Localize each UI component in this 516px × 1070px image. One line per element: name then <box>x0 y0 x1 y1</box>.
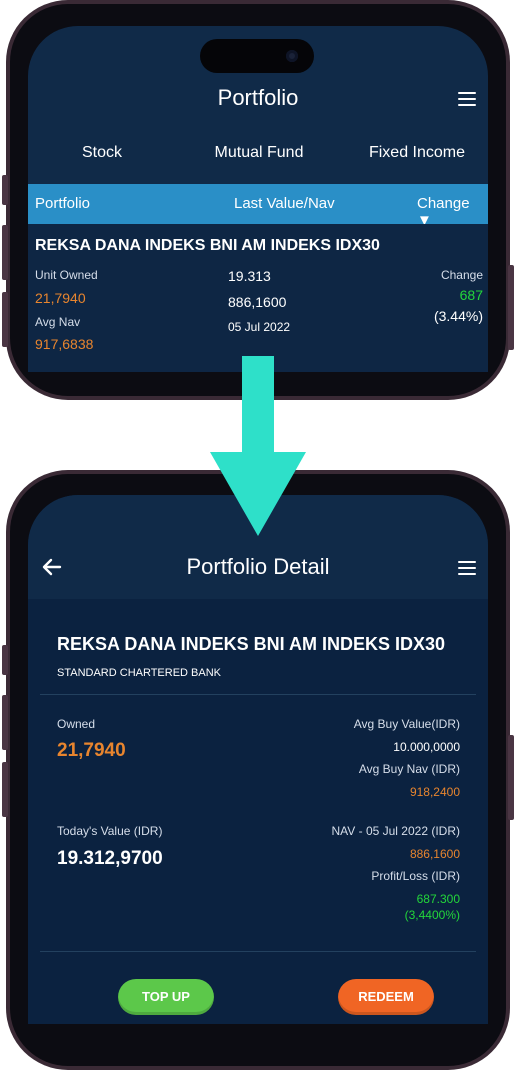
redeem-button[interactable]: REDEEM <box>338 979 434 1015</box>
avg-buy-value-label: Avg Buy Value(IDR) <box>353 717 460 731</box>
page-title: Portfolio Detail <box>186 554 330 579</box>
fund-name: REKSA DANA INDEKS BNI AM INDEKS IDX30 <box>57 634 446 654</box>
phone-side-button <box>2 292 8 347</box>
avg-buy-value: 10.000,0000 <box>393 740 460 754</box>
profit-loss-label: Profit/Loss (IDR) <box>371 869 460 883</box>
avg-nav-label: Avg Nav <box>35 315 81 329</box>
change-label: Change <box>440 268 483 282</box>
tab-stock[interactable]: Stock <box>62 144 142 184</box>
change-value: 687 <box>459 287 483 303</box>
portfolio-screen: Portfolio Stock Mutual Fund Fixed Income… <box>28 26 488 372</box>
column-portfolio: Portfolio <box>35 195 91 212</box>
unit-owned-label: Unit Owned <box>35 268 98 282</box>
phone-side-button <box>508 265 514 350</box>
fund-list-item[interactable]: REKSA DANA INDEKS BNI AM INDEKS IDX30 Un… <box>28 224 488 372</box>
owned-label: Owned <box>57 717 96 731</box>
menu-icon[interactable] <box>458 561 476 575</box>
last-value: 19.313 <box>228 268 271 284</box>
avg-buy-nav-value: 918,2400 <box>409 785 460 799</box>
nav-value: 886,1600 <box>409 847 460 861</box>
fund-detail-card: REKSA DANA INDEKS BNI AM INDEKS IDX30 ST… <box>28 599 488 1024</box>
todays-value: 19.312,9700 <box>57 848 163 869</box>
change-percent: (3.44%) <box>433 308 483 324</box>
page-title: Portfolio <box>217 85 299 110</box>
down-arrow-icon <box>210 356 306 536</box>
menu-icon[interactable] <box>458 92 476 106</box>
portfolio-detail-screen: Portfolio Detail REKSA DANA INDEKS BNI A… <box>28 495 488 1024</box>
dynamic-island <box>200 39 314 73</box>
phone-side-button <box>2 645 8 675</box>
todays-value-label: Today's Value (IDR) <box>57 824 163 838</box>
profit-loss-value: 687.300 <box>416 892 460 906</box>
tab-fixed-income[interactable]: Fixed Income <box>358 144 476 184</box>
table-header: Portfolio Last Value/Nav Change ▼ <box>28 184 488 229</box>
owned-value: 21,7940 <box>57 740 126 761</box>
phone-side-button <box>2 695 8 750</box>
profit-loss-percent: (3,4400%) <box>404 908 460 922</box>
avg-buy-nav-label: Avg Buy Nav (IDR) <box>358 762 460 776</box>
bank-name: STANDARD CHARTERED BANK <box>57 667 222 679</box>
avg-nav-value: 917,6838 <box>35 336 94 352</box>
nav-date: 05 Jul 2022 <box>228 320 291 334</box>
phone-side-button <box>2 175 8 205</box>
top-up-button[interactable]: TOP UP <box>118 979 214 1015</box>
fund-name: REKSA DANA INDEKS BNI AM INDEKS IDX30 <box>35 237 380 254</box>
tab-bar: Stock Mutual Fund Fixed Income <box>28 144 488 184</box>
tab-mutual-fund[interactable]: Mutual Fund <box>194 144 324 184</box>
divider <box>40 694 476 695</box>
phone-side-button <box>508 735 514 820</box>
camera-icon <box>286 50 298 62</box>
nav-label: NAV - 05 Jul 2022 (IDR) <box>331 824 461 838</box>
phone-side-button <box>2 762 8 817</box>
nav-value: 886,1600 <box>228 294 287 310</box>
column-last-value-nav: Last Value/Nav <box>234 195 335 212</box>
phone-side-button <box>2 225 8 280</box>
divider <box>40 951 476 952</box>
unit-owned-value: 21,7940 <box>35 290 86 306</box>
